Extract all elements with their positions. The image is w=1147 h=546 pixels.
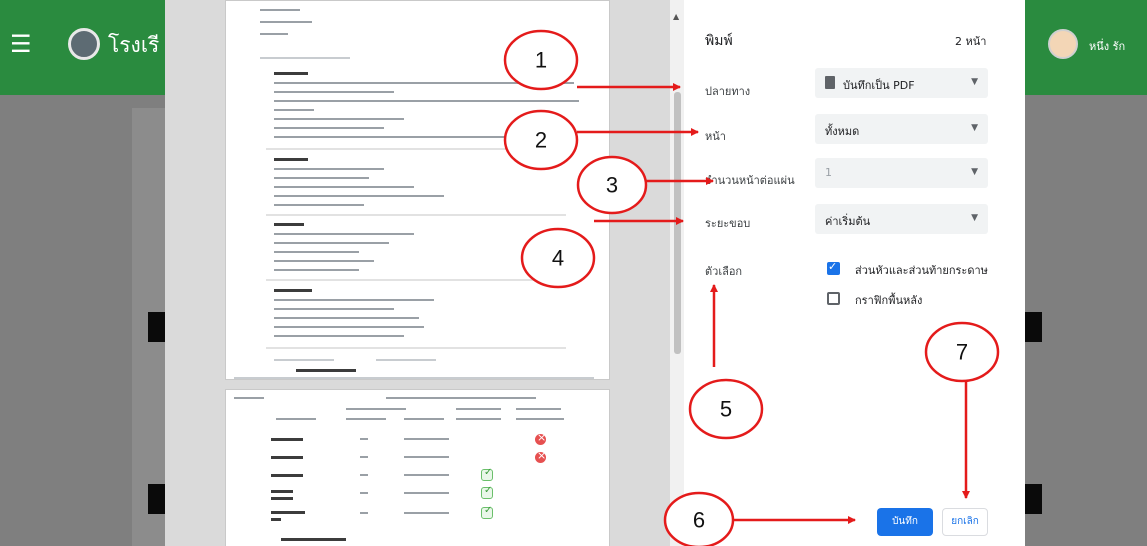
annotation-number-4: 4 <box>552 246 564 271</box>
annotation-overlay: 1 2 3 4 5 6 7 <box>503 29 1000 546</box>
annotation-number-3: 3 <box>606 173 618 198</box>
annotation-number-2: 2 <box>535 128 547 153</box>
annotation-number-7: 7 <box>956 340 968 365</box>
annotation-number-1: 1 <box>535 48 547 73</box>
annotation-number-5: 5 <box>720 397 732 422</box>
annotation-number-6: 6 <box>693 508 705 533</box>
